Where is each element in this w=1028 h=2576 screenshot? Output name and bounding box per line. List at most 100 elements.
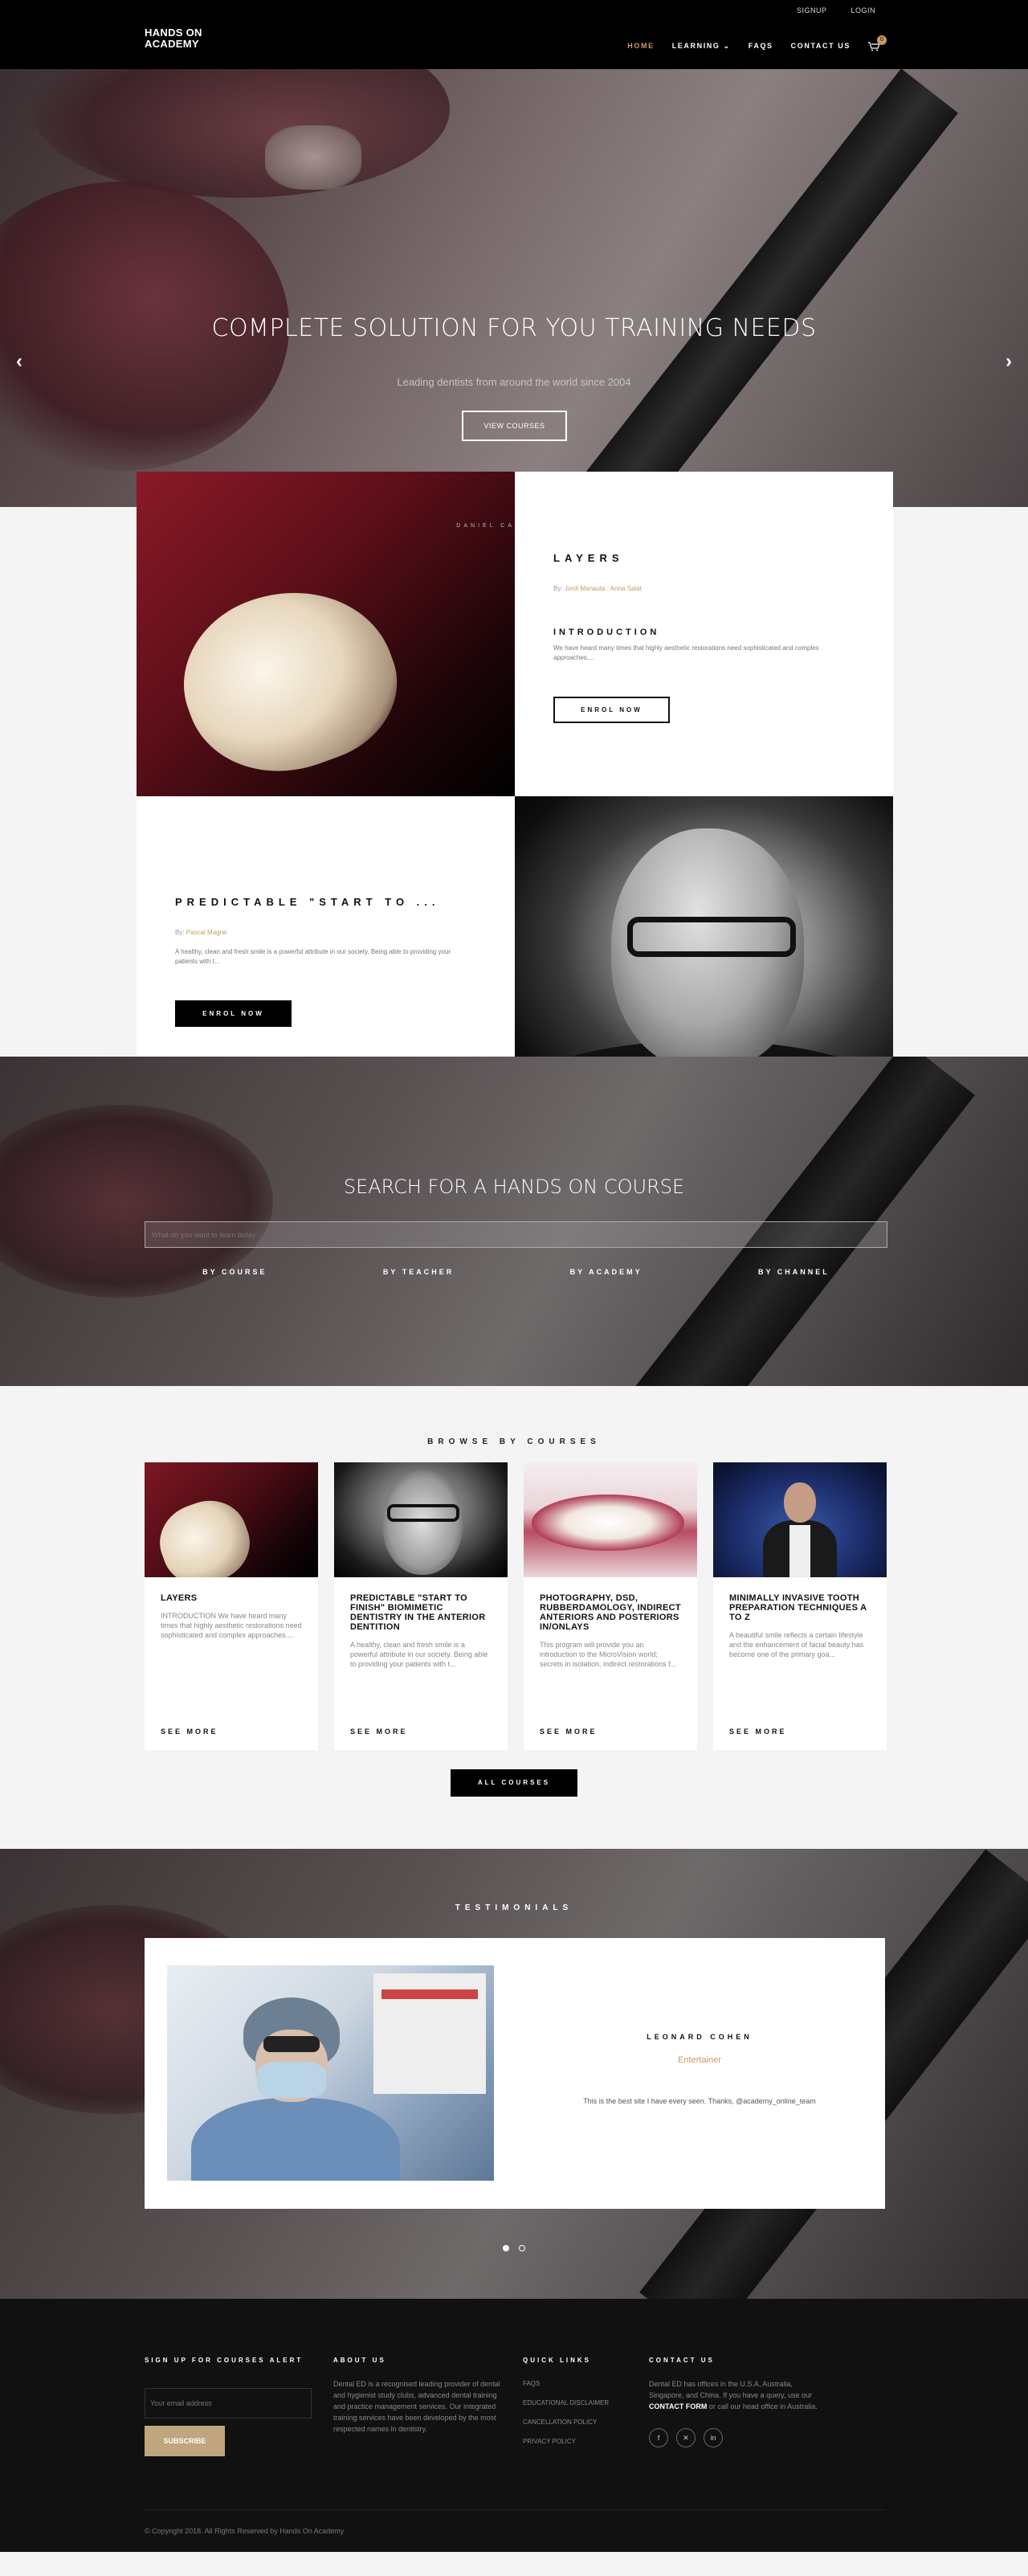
course-title[interactable]: PREDICTABLE "START TO ... <box>175 896 515 908</box>
tab-by-channel[interactable]: BY CHANNEL <box>758 1268 830 1276</box>
search-filter-tabs: BY COURSE BY TEACHER BY ACADEMY BY CHANN… <box>145 1268 887 1276</box>
course-author: By: Pascal Magne <box>175 929 515 936</box>
site-logo[interactable]: HANDS ON ACADEMY <box>145 27 209 50</box>
twitter-icon[interactable]: ✕ <box>676 2428 696 2447</box>
section-title: BROWSE BY COURSES <box>427 1437 601 1446</box>
all-courses-button[interactable]: ALL COURSES <box>451 1769 577 1797</box>
smile-photo <box>532 1494 684 1551</box>
social-links: f ✕ in <box>649 2428 822 2447</box>
speaker-head <box>784 1482 816 1523</box>
footer-link-disclaimer[interactable]: EDUCATIONAL DISCLAIMER <box>523 2399 643 2406</box>
hero-image-upper-lip <box>32 69 450 198</box>
course-description: We have heard many times that highly aes… <box>553 644 819 661</box>
see-more-link[interactable]: SEE MORE <box>540 1728 598 1736</box>
email-field[interactable]: Your email address <box>145 2388 312 2419</box>
testimonial-name: LEONARD COHEN <box>647 2033 753 2041</box>
course-card-title[interactable]: PREDICTABLE "START TO FINISH" BIOMIMETIC… <box>334 1577 508 1632</box>
see-more-link[interactable]: SEE MORE <box>350 1728 408 1736</box>
footer-link-cancellation[interactable]: CANCELLATION POLICY <box>523 2419 643 2426</box>
course-card-image[interactable] <box>145 1462 318 1577</box>
course-card[interactable]: PHOTOGRAPHY, DSD, RUBBERDAMOLOGY, INDIRE… <box>524 1462 697 1750</box>
footer-heading: ABOUT US <box>333 2357 386 2364</box>
course-cards: LAYERS INTRODUCTION We have heard many t… <box>145 1462 1028 1750</box>
photo-banner <box>373 1973 486 2094</box>
course-card-description: A beautiful smile reflects a certain lif… <box>729 1631 864 1658</box>
tab-by-academy[interactable]: BY ACADEMY <box>570 1268 642 1276</box>
testimonial-quote: This is the best site I have every seen.… <box>583 2097 816 2105</box>
footer-heading: SIGN UP FOR COURSES ALERT <box>145 2357 304 2364</box>
tab-by-course[interactable]: BY COURSE <box>202 1268 267 1276</box>
footer-about: ABOUT US Dental ED is a recognised leadi… <box>333 2357 502 2435</box>
utility-nav: SIGNUP LOGIN <box>797 6 875 14</box>
course-card[interactable]: MINIMALLY INVASIVE TOOTH PREPARATION TEC… <box>713 1462 887 1750</box>
view-courses-button[interactable]: VIEW COURSES <box>462 411 567 441</box>
contact-text: Dental ED has offices in the U.S.A, Aust… <box>649 2378 822 2412</box>
nav-item-learning[interactable]: LEARNING ⌄ <box>672 42 731 51</box>
facebook-icon[interactable]: f <box>649 2428 668 2447</box>
see-more-link[interactable]: SEE MORE <box>161 1728 218 1736</box>
carousel-dots <box>0 2241 1028 2255</box>
footer-link-faqs[interactable]: FAQS <box>523 2380 643 2387</box>
hero-image-brush <box>496 69 958 507</box>
hero-slider: ‹ › COMPLETE SOLUTION FOR YOU TRAINING N… <box>0 69 1028 507</box>
site-footer: SIGN UP FOR COURSES ALERT Your email add… <box>0 2299 1028 2552</box>
contact-text-pre: Dental ED has offices in the U.S.A, Aust… <box>649 2380 812 2399</box>
course-card-title[interactable]: MINIMALLY INVASIVE TOOTH PREPARATION TEC… <box>713 1577 887 1622</box>
search-input[interactable] <box>145 1221 887 1248</box>
subscribe-button[interactable]: SUBSCRIBE <box>145 2426 225 2456</box>
tab-by-teacher[interactable]: BY TEACHER <box>383 1268 454 1276</box>
course-author: By: Jordi Manauta , Anna Salat <box>553 585 893 592</box>
course-card-title[interactable]: PHOTOGRAPHY, DSD, RUBBERDAMOLOGY, INDIRE… <box>524 1577 697 1632</box>
teeth-photo <box>149 1490 260 1577</box>
carousel-dot-active[interactable] <box>502 2245 509 2251</box>
footer-heading: CONTACT US <box>649 2357 715 2364</box>
enrol-now-button[interactable]: ENROL NOW <box>553 697 670 723</box>
hero-prev-arrow-icon[interactable]: ‹ <box>16 350 22 373</box>
portrait-head <box>382 1470 463 1575</box>
footer-heading: QUICK LINKS <box>523 2357 591 2364</box>
course-card-image[interactable] <box>524 1462 697 1577</box>
main-nav: HOME LEARNING ⌄ FAQS CONTACT US 0 <box>627 35 887 51</box>
linkedin-icon[interactable]: in <box>704 2428 723 2447</box>
browse-courses: BROWSE BY COURSES LAYERS INTRODUCTION We… <box>0 1386 1028 1849</box>
portrait-glasses <box>387 1504 459 1522</box>
logo-line-1: HANDS ON <box>145 27 202 39</box>
hero-title: COMPLETE SOLUTION FOR YOU TRAINING NEEDS <box>211 314 817 342</box>
cart-button[interactable]: 0 <box>868 35 887 51</box>
course-author-name[interactable]: Jordi Manauta , Anna Salat <box>565 585 642 592</box>
featured-course-1-image[interactable]: DANIEL CA <box>137 472 515 796</box>
top-header: SIGNUP LOGIN HANDS ON ACADEMY HOME LEARN… <box>0 0 1028 69</box>
section-title: TESTIMONIALS <box>455 1903 573 1912</box>
see-more-link[interactable]: SEE MORE <box>729 1728 787 1736</box>
photo-caption: DANIEL CA <box>456 523 515 529</box>
teeth-photo <box>161 562 418 796</box>
carousel-dot[interactable] <box>519 2245 526 2251</box>
featured-courses: DANIEL CA LAYERS By: Jordi Manauta , Ann… <box>0 472 1028 1121</box>
testimonials: TESTIMONIALS LEONARD COHEN Entertainer T… <box>0 1849 1028 2299</box>
course-card[interactable]: LAYERS INTRODUCTION We have heard many t… <box>145 1462 318 1750</box>
course-card-image[interactable] <box>334 1462 508 1577</box>
course-title[interactable]: LAYERS <box>553 552 893 564</box>
course-card-title[interactable]: LAYERS <box>145 1577 318 1603</box>
photo-loupes <box>263 2036 320 2052</box>
about-text: Dental ED is a recognised leading provid… <box>333 2380 500 2433</box>
hero-subtitle: Leading dentists from around the world s… <box>397 376 631 388</box>
enrol-now-button[interactable]: ENROL NOW <box>175 1000 292 1027</box>
nav-item-home[interactable]: HOME <box>627 42 654 50</box>
portrait-glasses <box>627 917 796 957</box>
signup-link[interactable]: SIGNUP <box>797 6 827 14</box>
hero-next-arrow-icon[interactable]: › <box>1006 350 1012 373</box>
footer-link-privacy[interactable]: PRIVACY POLICY <box>523 2438 643 2445</box>
course-card-image[interactable] <box>713 1462 887 1577</box>
nav-item-faqs[interactable]: FAQS <box>749 42 773 50</box>
contact-form-link[interactable]: CONTACT FORM <box>649 2402 707 2410</box>
course-card-description: INTRODUCTION We have heard many times th… <box>161 1612 302 1639</box>
nav-item-contact[interactable]: CONTACT US <box>791 42 851 50</box>
course-card[interactable]: PREDICTABLE "START TO FINISH" BIOMIMETIC… <box>334 1462 508 1750</box>
login-link[interactable]: LOGIN <box>851 6 875 14</box>
course-search: SEARCH FOR A HANDS ON COURSE BY COURSE B… <box>0 1057 1028 1386</box>
photo-gown <box>191 2098 400 2181</box>
course-by-label: By: <box>175 929 185 936</box>
logo-line-2: ACADEMY <box>145 38 199 50</box>
course-author-name[interactable]: Pascal Magne <box>186 929 227 936</box>
